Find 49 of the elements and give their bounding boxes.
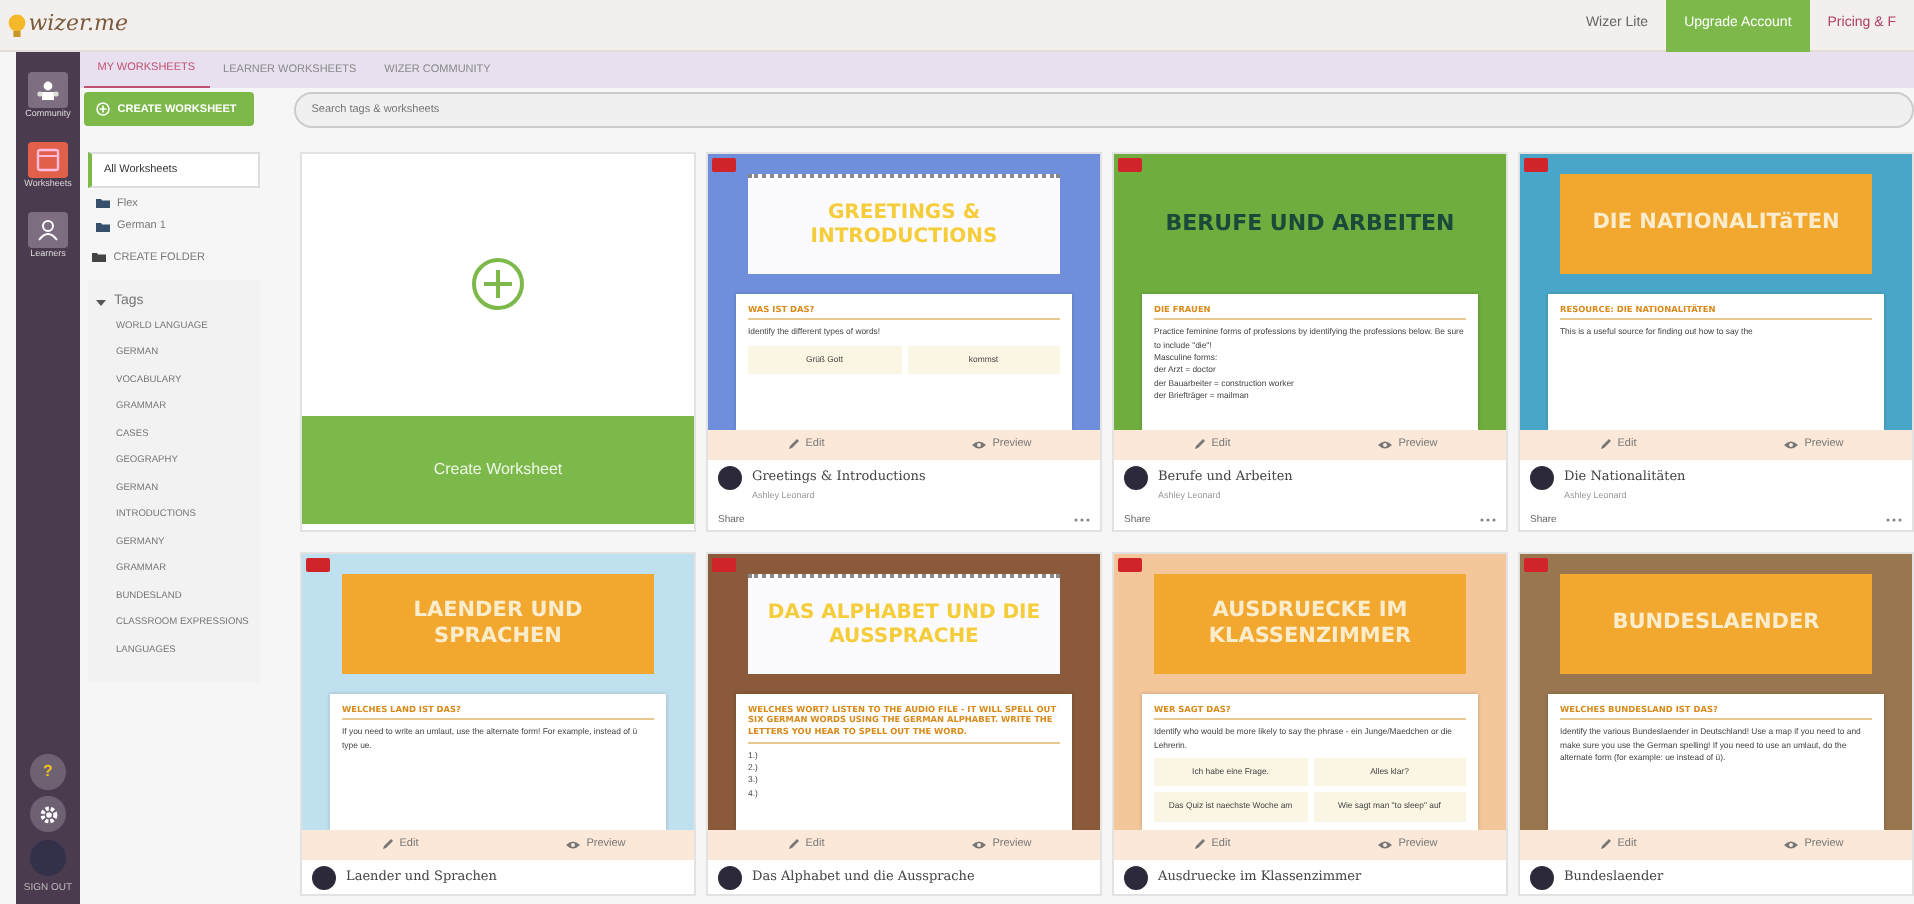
- eye-icon: [1378, 839, 1393, 850]
- pencil-icon: [787, 838, 800, 851]
- avatar: [1530, 465, 1554, 490]
- banner-title: DAS ALPHABET UND DIE AUSSPRACHE: [748, 573, 1060, 674]
- settings-button[interactable]: [30, 796, 66, 832]
- eye-icon: [1784, 439, 1799, 450]
- pin-badge-icon[interactable]: [1118, 557, 1142, 572]
- lightbulb-icon: [7, 13, 25, 37]
- caret-down-icon: [96, 297, 106, 307]
- eye-icon: [1378, 439, 1393, 450]
- pin-badge-icon[interactable]: [306, 557, 330, 572]
- avatar: [1530, 865, 1554, 890]
- logo-text: wizer.me: [28, 8, 128, 41]
- worksheet-icon: [36, 147, 60, 172]
- avatar: [718, 865, 742, 890]
- pencil-icon: [787, 438, 800, 451]
- eye-icon: [1784, 839, 1799, 850]
- pin-badge-icon[interactable]: [1118, 157, 1142, 172]
- banner-title: DIE NATIONALITäTEN: [1560, 173, 1872, 274]
- pencil-icon: [1193, 438, 1206, 451]
- avatar: [718, 465, 742, 490]
- banner-title: AUSDRUECKE IM KLASSENZIMMER: [1154, 573, 1466, 674]
- pencil-icon: [381, 838, 394, 851]
- eye-icon: [972, 439, 987, 450]
- person-icon: [36, 217, 60, 241]
- banner-title: LAENDER UND SPRACHEN: [342, 573, 654, 674]
- banner-title: BERUFE UND ARBEITEN: [1163, 208, 1457, 241]
- people-icon: [36, 78, 60, 102]
- pin-badge-icon[interactable]: [1524, 157, 1548, 172]
- eye-icon: [566, 839, 581, 850]
- more-icon: [1074, 518, 1090, 523]
- help-button[interactable]: ?: [30, 753, 66, 789]
- plus-circle-icon: [95, 102, 110, 117]
- pencil-icon: [1193, 838, 1206, 851]
- folder-icon: [91, 252, 106, 263]
- banner-title: GREETINGS & INTRODUCTIONS: [748, 173, 1060, 274]
- avatar: [1124, 865, 1148, 890]
- avatar: [30, 839, 66, 875]
- settings-icon: [39, 805, 57, 823]
- pin-badge-icon[interactable]: [712, 157, 736, 172]
- more-icon: [1480, 518, 1496, 523]
- avatar: [1124, 465, 1148, 490]
- banner-title: BUNDESLAENDER: [1560, 573, 1872, 674]
- avatar: [312, 865, 336, 890]
- more-icon: [1886, 518, 1902, 523]
- pencil-icon: [1599, 438, 1612, 451]
- eye-icon: [972, 839, 987, 850]
- pencil-icon: [1599, 838, 1612, 851]
- plus-circle-icon: [470, 256, 526, 313]
